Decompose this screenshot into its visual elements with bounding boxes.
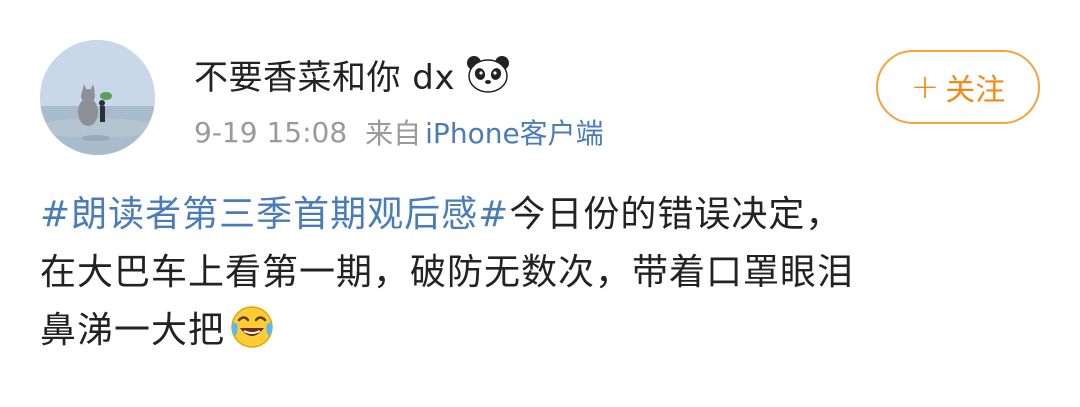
post-meta: 9-19 15:08 来自 iPhone客户端 [194, 110, 604, 154]
follow-label: 关注 [945, 73, 1006, 108]
plus-icon: + [910, 67, 940, 107]
crying-laughing-emoji-icon [229, 304, 275, 350]
hashtag-link[interactable]: #朗读者第三季首期观后感# [40, 194, 509, 235]
post-source-prefix: 来自 [365, 117, 422, 150]
post-content: #朗读者第三季首期观后感#今日份的错误决定， 在大巴车上看第一期，破防无数次，带… [40, 186, 1050, 360]
avatar[interactable] [40, 40, 155, 155]
post-text-line2: 在大巴车上看第一期，破防无数次，带着口罩眼泪 [40, 252, 855, 293]
post-text-line1: 今日份的错误决定， [509, 194, 843, 235]
author-name[interactable]: 不要香菜和你 dx [194, 50, 455, 99]
post-time: 9-19 15:08 [194, 115, 348, 149]
post-text-line3: 鼻涕一大把 [40, 310, 226, 351]
follow-button[interactable]: + 关注 [876, 50, 1040, 124]
author-row: 不要香菜和你 dx [194, 48, 511, 100]
panda-emoji-icon [465, 54, 511, 94]
post-source-client[interactable]: iPhone客户端 [425, 112, 604, 152]
